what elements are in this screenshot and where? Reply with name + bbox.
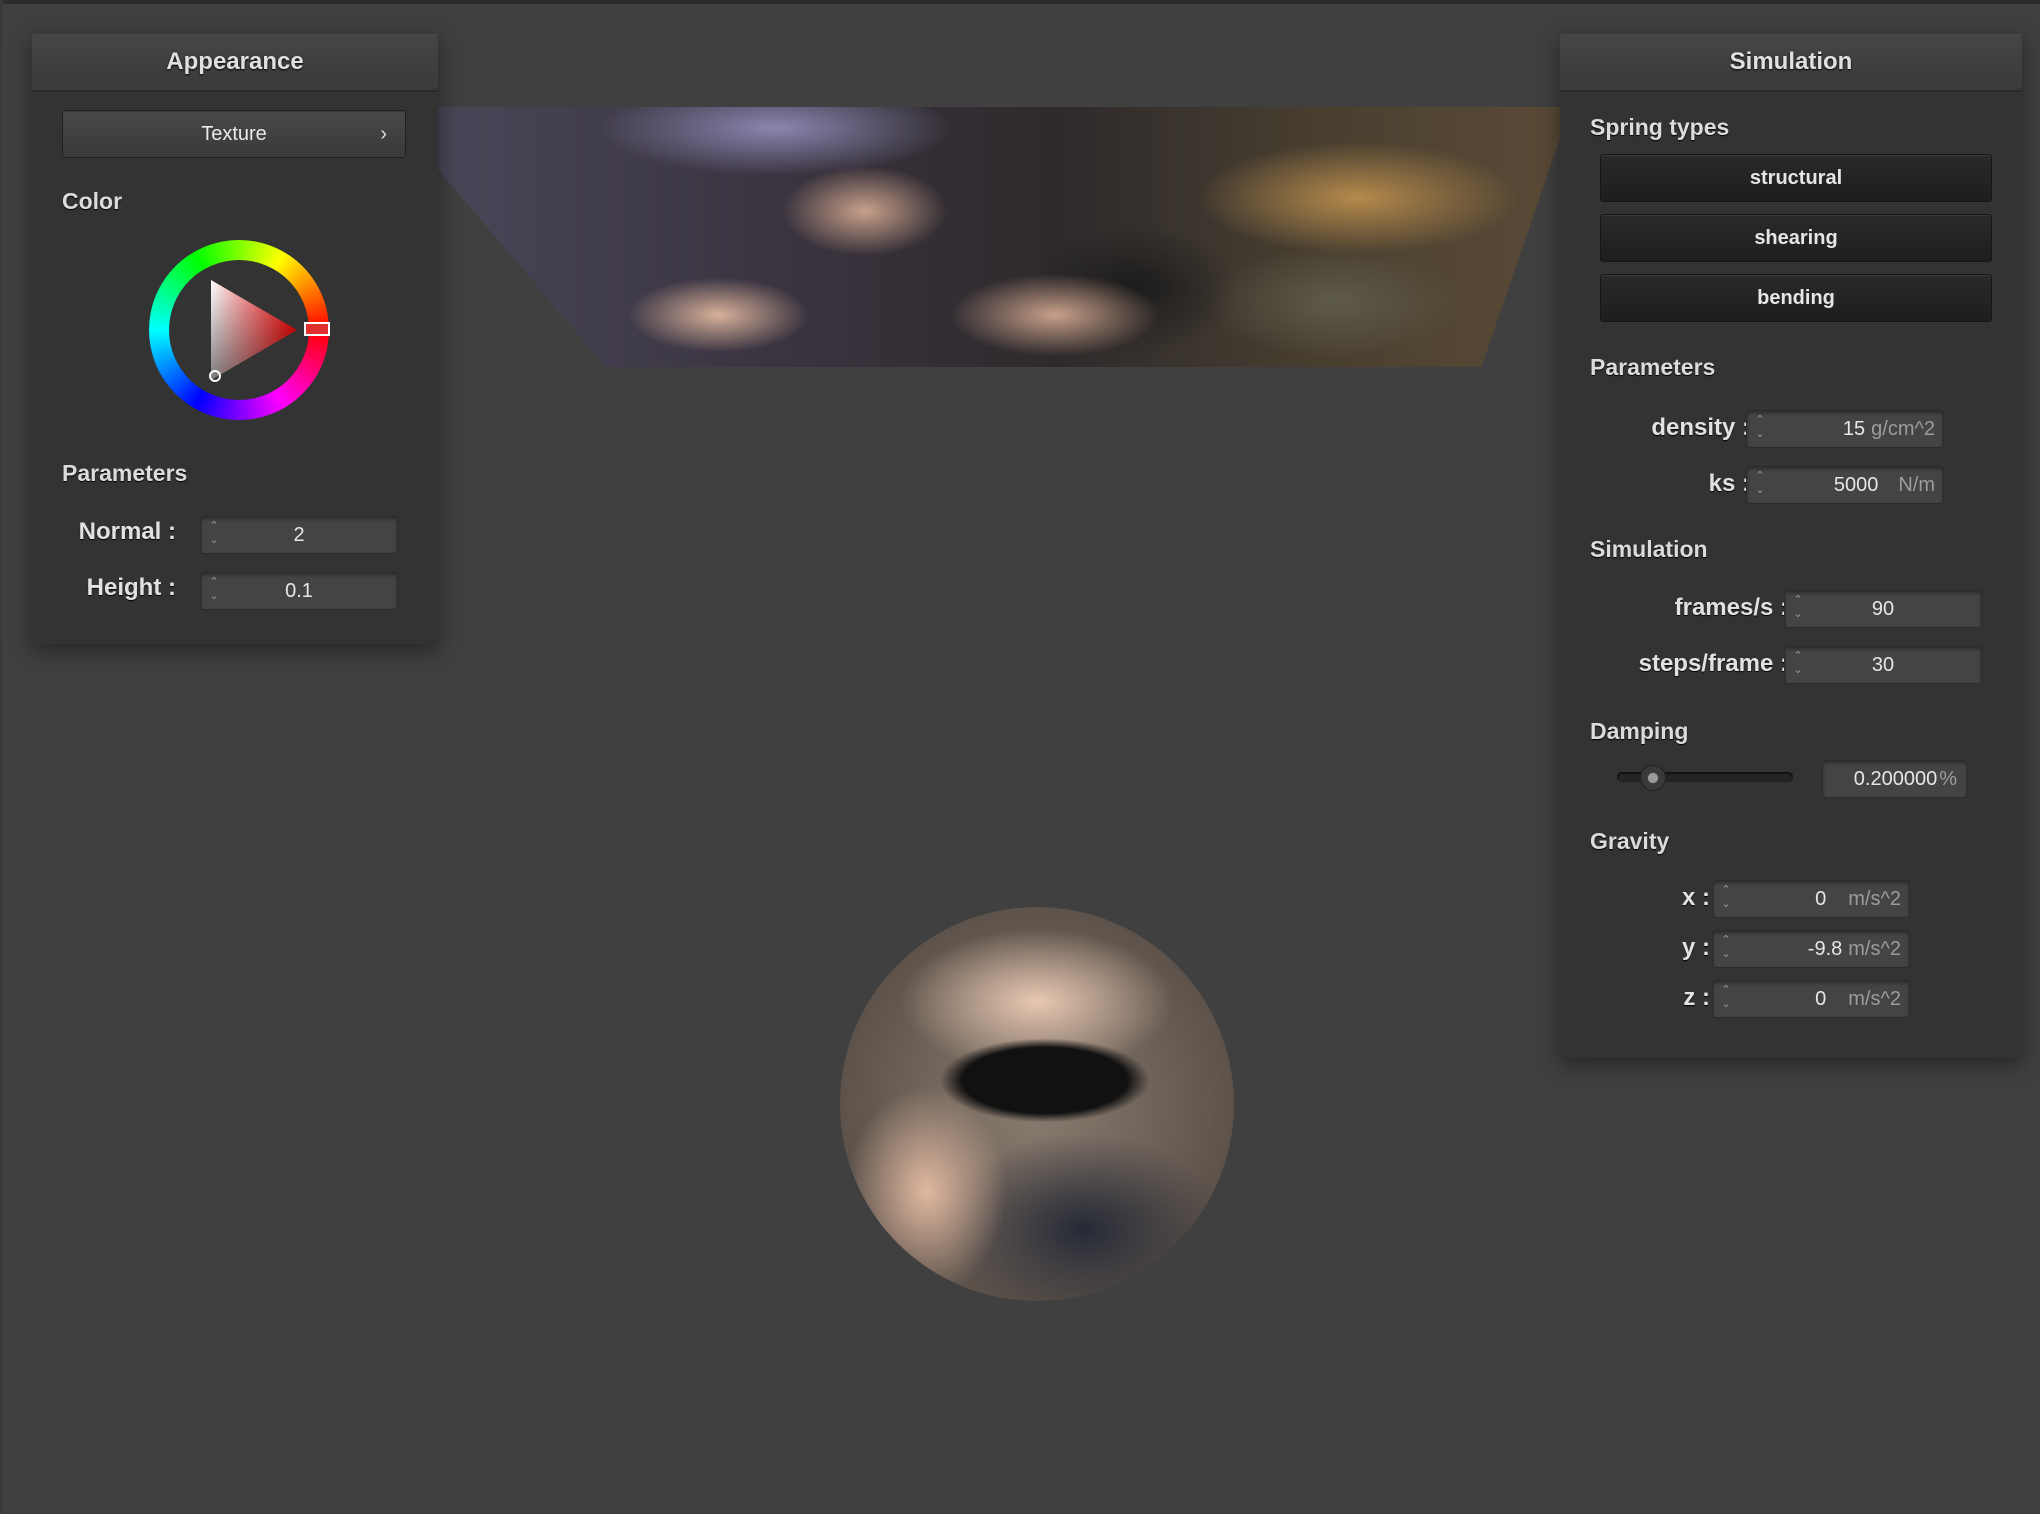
normal-input[interactable]: ⌃ ⌄ 2 <box>200 516 398 554</box>
gravity-x-input[interactable]: ⌃ ⌄ 0 m/s^2 <box>1712 880 1910 918</box>
gravity-x-value: 0 m/s^2 <box>1815 881 1901 917</box>
spinner-icon[interactable]: ⌃ ⌄ <box>1753 469 1767 497</box>
gravity-y-number: -9.8 <box>1807 938 1843 960</box>
window-left-border <box>0 0 3 1514</box>
texture-button[interactable]: Texture › <box>62 110 406 158</box>
color-triangle[interactable] <box>149 240 329 420</box>
gravity-x-label: x : <box>1681 884 1710 911</box>
normal-value: 2 <box>293 524 305 546</box>
damping-unit: % <box>1939 768 1957 790</box>
damping-input[interactable]: 0.200000% <box>1822 760 1968 798</box>
structural-button[interactable]: structural <box>1600 154 1992 202</box>
simulation-panel-title[interactable]: Simulation <box>1560 34 2022 92</box>
damping-slider-handle[interactable] <box>1640 765 1667 791</box>
gravity-y-unit: m/s^2 <box>1848 938 1901 960</box>
bending-button[interactable]: bending <box>1600 274 1992 322</box>
simulation-section-title: Simulation <box>1590 536 1708 562</box>
height-input[interactable]: ⌃ ⌄ 0.1 <box>200 572 398 610</box>
window-top-border <box>0 0 2040 4</box>
gravity-z-number: 0 <box>1815 988 1827 1010</box>
sim-params-title: Parameters <box>1590 354 1716 380</box>
ks-input[interactable]: ⌃ ⌄ 5000 N/m <box>1746 466 1944 504</box>
ks-value: 5000 N/m <box>1834 467 1935 503</box>
gravity-x-number: 0 <box>1815 888 1827 910</box>
ks-label: ks : <box>1708 470 1750 497</box>
density-label: density : <box>1651 414 1750 441</box>
damping-number: 0.200000 <box>1853 768 1938 790</box>
gravity-z-input[interactable]: ⌃ ⌄ 0 m/s^2 <box>1712 980 1910 1018</box>
bending-label: bending <box>1757 287 1835 309</box>
texture-button-label: Texture <box>201 123 267 145</box>
structural-label: structural <box>1749 167 1843 189</box>
gravity-x-unit: m/s^2 <box>1848 888 1901 910</box>
steps-label: steps/frame : <box>1638 650 1788 677</box>
gravity-z-label: z : <box>1683 984 1710 1011</box>
simulation-panel: Simulation Spring types structural shear… <box>1560 34 2022 1058</box>
ks-unit: N/m <box>1898 474 1935 496</box>
frames-value: 90 <box>1871 598 1895 620</box>
gravity-section-title: Gravity <box>1590 828 1670 854</box>
gravity-y-value: -9.8 m/s^2 <box>1808 931 1901 967</box>
density-input[interactable]: ⌃ ⌄ 15 g/cm^2 <box>1746 410 1944 448</box>
gravity-y-input[interactable]: ⌃ ⌄ -9.8 m/s^2 <box>1712 930 1910 968</box>
steps-input[interactable]: ⌃ ⌄ 30 <box>1784 646 1982 684</box>
color-wheel[interactable] <box>149 240 330 420</box>
ks-number: 5000 <box>1833 474 1879 496</box>
spinner-icon[interactable]: ⌃ ⌄ <box>1753 413 1767 441</box>
damping-section-title: Damping <box>1590 718 1689 744</box>
height-label: Height : <box>86 574 176 601</box>
density-value: 15 g/cm^2 <box>1843 411 1935 447</box>
spinner-icon[interactable]: ⌃ ⌄ <box>1719 983 1733 1011</box>
damping-slider[interactable] <box>1617 765 1793 791</box>
spring-types-title: Spring types <box>1590 114 1730 140</box>
cloth-mesh[interactable] <box>438 107 1560 367</box>
frames-label: frames/s : <box>1674 594 1788 621</box>
chevron-right-icon: › <box>380 123 387 145</box>
appearance-panel-title[interactable]: Appearance <box>32 34 438 92</box>
collision-sphere[interactable] <box>840 907 1234 1301</box>
damping-value: 0.200000% <box>1854 761 1957 797</box>
hue-marker[interactable] <box>304 322 330 336</box>
frames-input[interactable]: ⌃ ⌄ 90 <box>1784 590 1982 628</box>
color-section-title: Color <box>62 188 123 214</box>
density-number: 15 <box>1842 418 1866 440</box>
steps-value: 30 <box>1871 654 1895 676</box>
density-unit: g/cm^2 <box>1871 418 1935 440</box>
normal-label: Normal : <box>78 518 176 545</box>
appearance-params-title: Parameters <box>62 460 188 486</box>
spinner-icon[interactable]: ⌃ ⌄ <box>1719 933 1733 961</box>
spinner-icon[interactable]: ⌃ ⌄ <box>1719 883 1733 911</box>
shearing-label: shearing <box>1754 227 1838 249</box>
appearance-panel: Appearance Texture › Color Parameters No… <box>32 34 438 644</box>
shearing-button[interactable]: shearing <box>1600 214 1992 262</box>
height-value: 0.1 <box>285 580 313 602</box>
gravity-y-label: y : <box>1681 934 1710 961</box>
gravity-z-value: 0 m/s^2 <box>1815 981 1901 1017</box>
gravity-z-unit: m/s^2 <box>1848 988 1901 1010</box>
